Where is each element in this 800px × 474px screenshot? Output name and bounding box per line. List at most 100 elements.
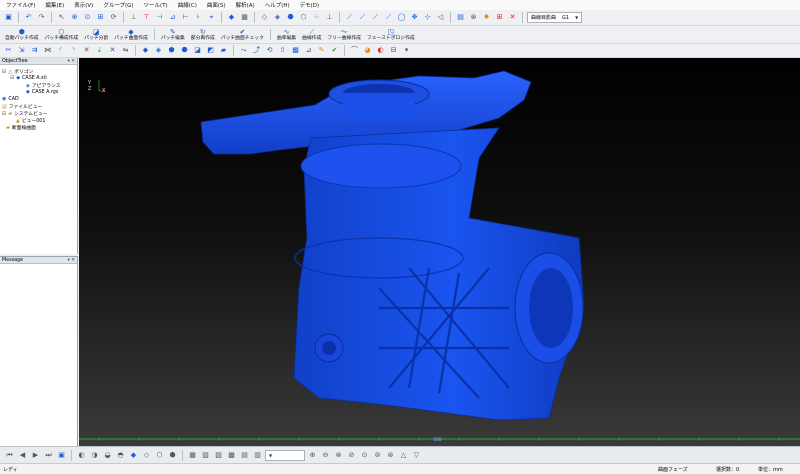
menu-help[interactable]: ヘルプ(H)	[265, 1, 290, 9]
tool-i-icon[interactable]: ▽	[411, 450, 422, 461]
snap-icon[interactable]: ⊗	[468, 12, 479, 23]
mode-c-icon[interactable]: ◒	[102, 450, 113, 461]
panel-controls[interactable]: ▾ ✕	[68, 59, 77, 64]
menu-surface[interactable]: 曲面(S)	[207, 1, 226, 9]
filter-f-icon[interactable]: ▥	[252, 450, 263, 461]
mode-b-icon[interactable]: ◑	[89, 450, 100, 461]
mirror-icon[interactable]: ⇋	[120, 45, 131, 56]
curve-display-icon[interactable]: ⟋	[344, 12, 355, 23]
view-top-icon[interactable]: ⊤	[141, 12, 152, 23]
filter-b-icon[interactable]: ▧	[200, 450, 211, 461]
revolve-icon[interactable]: ⟲	[264, 45, 275, 56]
fit-icon[interactable]: ◁	[435, 12, 446, 23]
check-icon[interactable]: ✔	[329, 45, 340, 56]
point-icon[interactable]: ⁘	[311, 12, 322, 23]
zoom-in-icon[interactable]: ⊕	[69, 12, 80, 23]
view-iso-icon[interactable]: ⊿	[167, 12, 178, 23]
undo-icon[interactable]: ↶	[23, 12, 34, 23]
shaded-icon[interactable]: ⬣	[285, 12, 296, 23]
section-icon[interactable]: ⊟	[388, 45, 399, 56]
panel-controls[interactable]: ▾ ✕	[68, 258, 77, 263]
curve-create-button[interactable]: ⟋ 曲線作成	[300, 27, 323, 42]
curve-point-icon[interactable]: ⟋	[357, 12, 368, 23]
mode-a-icon[interactable]: ◐	[76, 450, 87, 461]
surface-g-icon[interactable]: ▰	[218, 45, 229, 56]
tool-f-icon[interactable]: ⊚	[372, 450, 383, 461]
patch-edit-button[interactable]: ✎ パッチ編集	[159, 27, 187, 42]
save-icon[interactable]: ▣	[3, 12, 14, 23]
move-icon[interactable]: ✥	[409, 12, 420, 23]
tool-e-icon[interactable]: ⊙	[359, 450, 370, 461]
view-bottom-icon[interactable]: ⊦	[193, 12, 204, 23]
menu-curve[interactable]: 曲線(C)	[178, 1, 197, 9]
screen-icon[interactable]: ▣	[56, 450, 67, 461]
curvature-edit-button[interactable]: ∿ 曲率編集	[275, 27, 298, 42]
surface-continuity-combo[interactable]: 曲線目影曲 G1 ▼	[527, 12, 583, 23]
patch-fill-icon[interactable]: ▩	[290, 45, 301, 56]
analysis-icon[interactable]: ⊿	[303, 45, 314, 56]
select-icon[interactable]: ↖	[56, 12, 67, 23]
view-front-icon[interactable]: ⊥	[128, 12, 139, 23]
mode-h-icon[interactable]: ⬢	[167, 450, 178, 461]
zoom-window-icon[interactable]: ⊞	[95, 12, 106, 23]
scanned-part-model[interactable]	[79, 58, 800, 446]
circle-icon[interactable]: ◯	[396, 12, 407, 23]
display-mode-icon[interactable]: ▦	[239, 12, 250, 23]
extrude-icon[interactable]: ⇧	[277, 45, 288, 56]
view-side-icon[interactable]: ⊣	[154, 12, 165, 23]
play-icon[interactable]: ▶	[30, 450, 41, 461]
surface-a-icon[interactable]: ◆	[140, 45, 151, 56]
filter-c-icon[interactable]: ▨	[213, 450, 224, 461]
rotate-icon[interactable]: ⟳	[108, 12, 119, 23]
tool-c-icon[interactable]: ⊗	[333, 450, 344, 461]
menu-view[interactable]: 表示(V)	[74, 1, 93, 9]
menu-edit[interactable]: 編集(E)	[45, 1, 64, 9]
blend-icon[interactable]: ◝	[68, 45, 79, 56]
pencil-icon[interactable]: ✎	[316, 45, 327, 56]
align-icon[interactable]: ⊹	[422, 12, 433, 23]
normal-icon[interactable]: ⊥	[324, 12, 335, 23]
collapse-icon[interactable]: ⊟	[10, 75, 14, 81]
filter-e-icon[interactable]: ▤	[239, 450, 250, 461]
mode-f-icon[interactable]: ◇	[141, 450, 152, 461]
mode-e-icon[interactable]: ◆	[128, 450, 139, 461]
intersect-icon[interactable]: ✕	[107, 45, 118, 56]
menu-demo[interactable]: デモ(D)	[300, 1, 320, 9]
bottom-combo[interactable]: ▼	[265, 449, 305, 461]
filter-a-icon[interactable]: ▦	[187, 450, 198, 461]
join-icon[interactable]: ⋈	[42, 45, 53, 56]
partial-rebuild-button[interactable]: ↻ 部分再作成	[189, 27, 217, 42]
grid-icon[interactable]: ⊞	[494, 12, 505, 23]
tool-h-icon[interactable]: △	[398, 450, 409, 461]
surface-e-icon[interactable]: ◪	[192, 45, 203, 56]
light-icon[interactable]: ✹	[481, 12, 492, 23]
loft-icon[interactable]: ⤴	[251, 45, 262, 56]
free-curve-button[interactable]: 〜フリー曲線作成	[325, 27, 363, 42]
patch-check-button[interactable]: ✔ パッチ曲面チェック	[219, 27, 266, 42]
redo-icon[interactable]: ↷	[36, 12, 47, 23]
curve-snap-icon[interactable]: ⟋	[383, 12, 394, 23]
tool-d-icon[interactable]: ⊘	[346, 450, 357, 461]
wireframe-icon[interactable]: ◇	[259, 12, 270, 23]
cross-icon[interactable]: ✕	[507, 12, 518, 23]
first-icon[interactable]: ⏮	[4, 450, 15, 461]
trim-icon[interactable]: ✂	[3, 45, 14, 56]
tree-item-cad[interactable]: ◉ CAD	[2, 96, 19, 102]
mesh-icon[interactable]: ⬡	[298, 12, 309, 23]
next-icon[interactable]: ⏭	[43, 450, 54, 461]
patch-surface-button[interactable]: ◆ パッチ曲面作成	[112, 27, 150, 42]
extend-icon[interactable]: ⇲	[16, 45, 27, 56]
tree-item-appearance[interactable]: ◈ アピアランス	[26, 82, 61, 90]
more-icon[interactable]: ▾	[401, 45, 412, 56]
arc-icon[interactable]: ⌒	[349, 45, 360, 56]
layer-icon[interactable]: ▤	[455, 12, 466, 23]
sweep-icon[interactable]: ⤳	[238, 45, 249, 56]
tree-item-case-stl[interactable]: ⊟ ◆ CASE A.stl	[10, 75, 47, 81]
delete-icon[interactable]: ✕	[81, 45, 92, 56]
menu-group[interactable]: グループ(G)	[103, 1, 133, 9]
view-custom-icon[interactable]: ⌖	[206, 12, 217, 23]
shade-icon[interactable]: ◆	[226, 12, 237, 23]
tool-b-icon[interactable]: ⊖	[320, 450, 331, 461]
tool-g-icon[interactable]: ⊛	[385, 450, 396, 461]
zoom-fit-icon[interactable]: ⊙	[82, 12, 93, 23]
